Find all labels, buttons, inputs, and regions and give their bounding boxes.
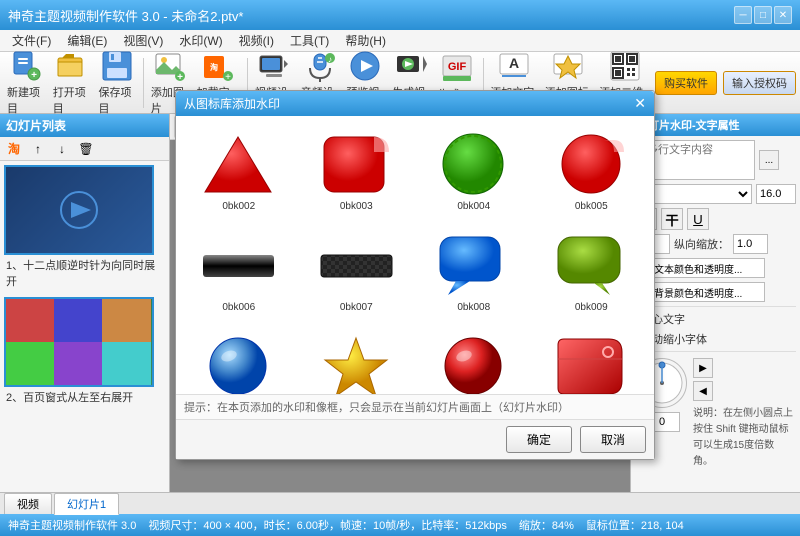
icon-library-modal: 从图标库添加水印 ✕ 0: [175, 90, 655, 460]
modal-title-bar: 从图标库添加水印 ✕: [176, 91, 654, 116]
icon-img-0bk013: [551, 331, 631, 394]
modal-icon-grid: 0bk002 0bk003: [176, 116, 654, 394]
icon-item-0bk010[interactable]: [184, 326, 294, 394]
icon-label-0bk009: 0bk009: [575, 302, 608, 313]
icon-img-0bk009: [551, 230, 631, 300]
icon-img-0bk003: [316, 129, 396, 199]
icon-item-0bk004[interactable]: 0bk004: [419, 124, 529, 217]
modal-confirm-btn[interactable]: 确定: [506, 426, 572, 453]
icon-item-0bk002[interactable]: 0bk002: [184, 124, 294, 217]
icon-item-0bk005[interactable]: 0bk005: [537, 124, 647, 217]
icon-label-0bk002: 0bk002: [222, 201, 255, 212]
modal-footer: 确定 取消: [176, 419, 654, 459]
icon-label-0bk008: 0bk008: [457, 302, 490, 313]
icon-item-0bk007[interactable]: 0bk007: [302, 225, 412, 318]
icon-item-0bk013[interactable]: [537, 326, 647, 394]
icon-item-0bk008[interactable]: 0bk008: [419, 225, 529, 318]
icon-img-0bk007: [316, 230, 396, 300]
icon-img-0bk010: [199, 331, 279, 394]
icon-label-0bk004: 0bk004: [457, 201, 490, 212]
modal-cancel-btn[interactable]: 取消: [580, 426, 646, 453]
icon-img-0bk006: [199, 230, 279, 300]
modal-title-text: 从图标库添加水印: [184, 95, 280, 112]
icon-label-0bk006: 0bk006: [222, 302, 255, 313]
icon-item-0bk011[interactable]: [302, 326, 412, 394]
icon-item-0bk012[interactable]: [419, 326, 529, 394]
icon-img-0bk005: [551, 129, 631, 199]
icon-label-0bk005: 0bk005: [575, 201, 608, 212]
icon-img-0bk002: [199, 129, 279, 199]
icon-item-0bk009[interactable]: 0bk009: [537, 225, 647, 318]
icon-img-0bk004: [434, 129, 514, 199]
icon-img-0bk008: [434, 230, 514, 300]
icon-label-0bk003: 0bk003: [340, 201, 373, 212]
modal-close-btn[interactable]: ✕: [634, 95, 646, 112]
icon-item-0bk003[interactable]: 0bk003: [302, 124, 412, 217]
icon-label-0bk007: 0bk007: [340, 302, 373, 313]
modal-hint: 提示：在本页添加的水印和像框，只会显示在当前幻灯片画面上（幻灯片水印）: [176, 394, 654, 419]
modal-overlay: 从图标库添加水印 ✕ 0: [0, 0, 800, 536]
icon-item-0bk006[interactable]: 0bk006: [184, 225, 294, 318]
icon-img-0bk012: [434, 331, 514, 394]
icon-img-0bk011: [316, 331, 396, 394]
